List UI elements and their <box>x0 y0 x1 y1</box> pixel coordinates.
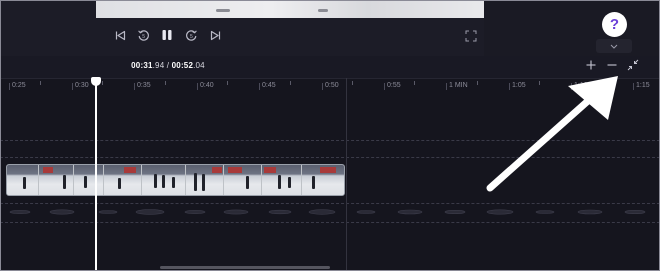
clip-thumbnail <box>104 165 142 195</box>
rewind-5s-icon: 5 <box>137 29 149 41</box>
pause-icon <box>162 30 172 40</box>
ruler-label: 0:45 <box>259 82 276 90</box>
pause-button[interactable] <box>159 27 175 43</box>
help-button[interactable]: ? <box>602 12 627 37</box>
preview-figure <box>318 9 328 12</box>
clip-thumbnail <box>39 165 74 195</box>
ruler-label: 1:05 <box>509 82 526 90</box>
minus-icon <box>607 64 617 66</box>
ruler-minor-tick <box>102 81 103 85</box>
clip-thumbnail <box>186 165 224 195</box>
zoom-in-button[interactable] <box>584 58 598 72</box>
ruler-label: 0:55 <box>384 82 401 90</box>
zoom-out-button[interactable] <box>605 58 619 72</box>
skip-to-end-icon <box>210 30 220 40</box>
svg-text:5: 5 <box>142 34 145 40</box>
video-preview[interactable] <box>96 0 484 18</box>
clip-thumbnail <box>224 165 262 195</box>
forward-button[interactable]: 5 <box>183 27 199 43</box>
fullscreen-button[interactable] <box>465 29 477 42</box>
clip-thumbnail <box>7 165 39 195</box>
waveform-peaks <box>9 209 646 215</box>
track-divider <box>0 140 660 141</box>
ruler-minor-tick <box>352 81 353 85</box>
help-label: ? <box>609 16 620 33</box>
total-time-fraction: .04 <box>193 61 205 70</box>
clip-thumbnail <box>302 165 344 195</box>
ruler-label: 1:15 <box>633 82 650 90</box>
rewind-button[interactable]: 5 <box>135 27 151 43</box>
track-divider <box>0 203 660 204</box>
forward-5s-icon: 5 <box>185 29 197 41</box>
clip-thumbnail <box>262 165 302 195</box>
ruler-minor-tick <box>290 81 291 85</box>
track-divider <box>0 157 660 158</box>
total-time-main: 00:52 <box>171 61 194 70</box>
ruler-label: 0:30 <box>72 82 89 90</box>
help-collapse-toggle[interactable] <box>596 39 632 53</box>
timecode-display: 00:31.94 / 00:52.04 <box>0 61 336 70</box>
preview-side-panel <box>484 0 660 56</box>
ruler-label: 1 MIN <box>446 82 468 90</box>
track-divider <box>0 222 660 223</box>
playhead[interactable] <box>95 82 97 271</box>
project-end-line <box>346 78 347 271</box>
current-time-main: 00:31 <box>131 61 153 70</box>
ruler-label: 0:40 <box>197 82 214 90</box>
clip-thumbnail <box>142 165 186 195</box>
ruler-label: 1:10 <box>571 82 588 90</box>
ruler-minor-tick <box>602 81 603 85</box>
skip-to-start-icon <box>115 30 125 40</box>
plus-icon <box>586 60 596 70</box>
ruler-minor-tick <box>477 81 478 85</box>
time-separator: / <box>164 61 172 70</box>
ruler-label: 0:35 <box>134 82 151 90</box>
svg-text:5: 5 <box>190 34 193 40</box>
ruler-label: 0:50 <box>322 82 339 90</box>
ruler-minor-tick <box>227 81 228 85</box>
fullscreen-icon <box>465 30 477 42</box>
fit-to-screen-button[interactable] <box>626 58 640 72</box>
timeline-scrollbar[interactable] <box>160 266 330 269</box>
preview-figure <box>216 9 230 12</box>
audio-waveform <box>9 209 646 215</box>
skip-to-start-button[interactable] <box>112 27 128 43</box>
clip-thumbnail <box>74 165 104 195</box>
ruler-label: 0:25 <box>9 82 26 90</box>
video-clip[interactable] <box>6 164 345 196</box>
ruler-minor-tick <box>165 81 166 85</box>
fit-to-screen-icon <box>627 59 639 71</box>
skip-to-end-button[interactable] <box>207 27 223 43</box>
ruler-minor-tick <box>414 81 415 85</box>
current-time-fraction: .94 <box>152 61 165 70</box>
ruler-minor-tick <box>539 81 540 85</box>
chevron-down-icon <box>610 44 618 49</box>
ruler-minor-tick <box>40 81 41 85</box>
video-preview-area <box>0 0 660 56</box>
